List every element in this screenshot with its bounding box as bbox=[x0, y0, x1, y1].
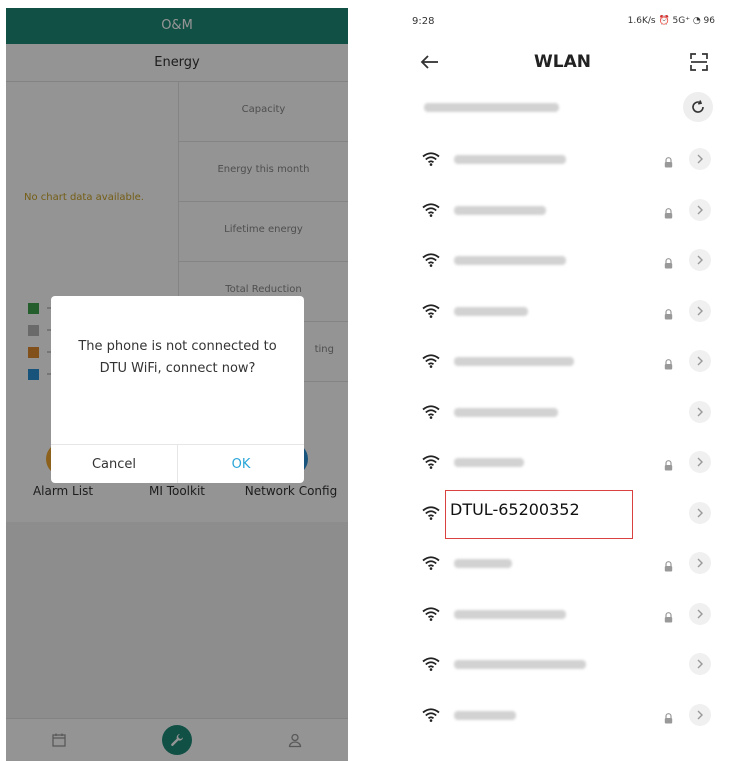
blurred-network-name bbox=[454, 559, 512, 568]
chevron-right-icon[interactable] bbox=[689, 299, 711, 322]
dialog-buttons: Cancel OK bbox=[51, 444, 304, 483]
blurred-network-name bbox=[454, 609, 566, 619]
refresh-icon[interactable] bbox=[683, 92, 713, 122]
wifi-signal-icon bbox=[422, 404, 440, 419]
chevron-right-icon[interactable] bbox=[689, 602, 711, 625]
wifi-network-row[interactable] bbox=[396, 640, 729, 691]
wifi-network-row[interactable] bbox=[396, 287, 729, 338]
lock-icon bbox=[664, 254, 673, 269]
wifi-signal-icon bbox=[422, 555, 440, 570]
blurred-network-name bbox=[454, 155, 566, 164]
wifi-network-row[interactable] bbox=[396, 590, 729, 641]
wifi-signal-icon bbox=[422, 202, 440, 217]
blurred-network-name bbox=[454, 306, 528, 316]
connect-dtu-dialog: The phone is not connected to DTU WiFi, … bbox=[51, 296, 304, 483]
blurred-network-name bbox=[454, 710, 516, 720]
status-bar: 9:28 1.6K/s ⏰ 5G⁺ ◔ 96 bbox=[396, 8, 729, 34]
chevron-right-icon[interactable] bbox=[689, 249, 711, 271]
blurred-section-label bbox=[424, 103, 559, 112]
wifi-network-row[interactable] bbox=[396, 691, 729, 742]
chevron-right-icon[interactable] bbox=[689, 552, 711, 574]
wifi-network-list: DTUL-65200352 bbox=[396, 135, 729, 741]
available-networks-header bbox=[396, 90, 729, 126]
blurred-network-name bbox=[454, 660, 586, 669]
title-bar: WLAN bbox=[396, 40, 729, 84]
wifi-network-row[interactable] bbox=[396, 186, 729, 237]
chevron-right-icon[interactable] bbox=[689, 501, 711, 524]
blurred-network-name bbox=[454, 357, 574, 366]
chevron-right-icon[interactable] bbox=[689, 148, 711, 170]
wifi-signal-icon bbox=[422, 606, 440, 621]
wifi-signal-icon bbox=[422, 707, 440, 722]
blurred-network-name bbox=[454, 407, 558, 417]
wifi-signal-icon bbox=[422, 656, 440, 671]
wifi-network-row[interactable]: DTUL-65200352 bbox=[396, 489, 729, 540]
wifi-signal-icon bbox=[422, 252, 440, 267]
wifi-network-row[interactable] bbox=[396, 135, 729, 186]
right-phone-screen: 9:28 1.6K/s ⏰ 5G⁺ ◔ 96 WLAN DTUL-6520035… bbox=[396, 8, 729, 761]
lock-icon bbox=[664, 608, 673, 622]
lock-icon bbox=[664, 305, 673, 319]
dialog-message: The phone is not connected to DTU WiFi, … bbox=[78, 339, 277, 376]
wifi-signal-icon bbox=[422, 353, 440, 368]
wifi-signal-icon bbox=[422, 454, 440, 469]
page-title: WLAN bbox=[534, 52, 591, 72]
status-time: 9:28 bbox=[412, 16, 435, 27]
wifi-network-row[interactable] bbox=[396, 236, 729, 287]
wifi-signal-icon bbox=[422, 303, 440, 318]
chevron-right-icon[interactable] bbox=[689, 451, 711, 473]
chevron-right-icon[interactable] bbox=[689, 198, 711, 221]
wifi-network-row[interactable] bbox=[396, 388, 729, 439]
chevron-right-icon[interactable] bbox=[689, 703, 711, 726]
lock-icon bbox=[664, 456, 673, 471]
blurred-network-name bbox=[454, 256, 566, 265]
chevron-right-icon[interactable] bbox=[689, 400, 711, 423]
chevron-right-icon[interactable] bbox=[689, 350, 711, 372]
chevron-right-icon[interactable] bbox=[689, 653, 711, 675]
blurred-network-name bbox=[454, 458, 524, 467]
ok-button[interactable]: OK bbox=[178, 445, 304, 483]
wifi-signal-icon bbox=[422, 505, 440, 520]
left-phone-screen: O&M Energy No chart data available. Capa… bbox=[6, 8, 348, 761]
cancel-button[interactable]: Cancel bbox=[51, 445, 178, 483]
status-indicators: 1.6K/s ⏰ 5G⁺ ◔ 96 bbox=[627, 16, 715, 26]
wifi-network-name: DTUL-65200352 bbox=[450, 499, 580, 519]
scan-qr-icon[interactable] bbox=[689, 52, 709, 72]
blurred-network-name bbox=[454, 205, 546, 215]
lock-icon bbox=[664, 709, 673, 723]
back-arrow-icon[interactable] bbox=[418, 50, 442, 74]
wifi-network-row[interactable] bbox=[396, 539, 729, 590]
lock-icon bbox=[664, 557, 673, 572]
screenshot-canvas: O&M Energy No chart data available. Capa… bbox=[0, 0, 729, 761]
lock-icon bbox=[664, 204, 673, 218]
lock-icon bbox=[664, 355, 673, 370]
wifi-network-row[interactable] bbox=[396, 438, 729, 489]
wifi-signal-icon bbox=[422, 151, 440, 166]
wifi-network-row[interactable] bbox=[396, 337, 729, 388]
lock-icon bbox=[664, 153, 673, 168]
